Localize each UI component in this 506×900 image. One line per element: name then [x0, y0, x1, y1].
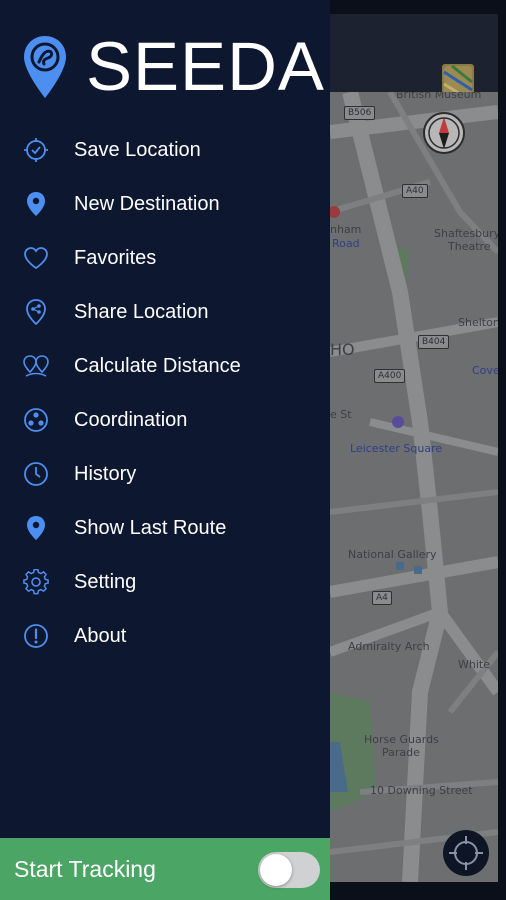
menu-item-history[interactable]: History [0, 447, 330, 501]
crosshair-icon [449, 836, 483, 870]
road-shield: B404 [418, 335, 450, 349]
map-top-bar [330, 14, 498, 96]
tracking-bar: Start Tracking [0, 838, 330, 900]
menu-item-coordination[interactable]: Coordination [0, 393, 330, 447]
map-label: Admiralty Arch [348, 640, 430, 653]
map-label: Theatre [448, 240, 491, 253]
coordination-icon [22, 406, 50, 434]
map-view[interactable]: British Museum nham Road Shaftesbury The… [330, 0, 506, 900]
map-canvas[interactable]: British Museum nham Road Shaftesbury The… [330, 92, 498, 882]
clock-icon [22, 460, 50, 488]
compass-button[interactable] [423, 112, 465, 154]
map-label: Cove [472, 364, 498, 377]
road-shield: A4 [372, 591, 392, 605]
map-label: Horse Guards [364, 733, 439, 746]
map-label: nham [330, 223, 362, 236]
menu-label: Coordination [74, 408, 188, 431]
menu-item-setting[interactable]: Setting [0, 555, 330, 609]
map-label: White [458, 658, 490, 671]
map-label: 10 Downing Street [370, 784, 473, 797]
menu-item-calculate-distance[interactable]: Calculate Distance [0, 339, 330, 393]
menu-label: History [74, 462, 137, 485]
menu-item-save-location[interactable]: Save Location [0, 123, 330, 177]
menu-label: Favorites [74, 246, 157, 269]
tracking-label: Start Tracking [14, 855, 156, 882]
menu-label: Show Last Route [74, 516, 227, 539]
menu-item-show-last-route[interactable]: Show Last Route [0, 501, 330, 555]
navigation-drawer: SEEDA Save Location New Destination Favo… [0, 0, 330, 900]
my-location-button[interactable] [443, 830, 489, 876]
drawer-menu: Save Location New Destination Favorites [0, 123, 330, 663]
brand-header: SEEDA [22, 32, 325, 102]
map-label: Shaftesbury [434, 227, 498, 240]
map-label: e St [330, 408, 352, 421]
location-pin-icon [22, 190, 50, 218]
road-shield: A400 [374, 369, 406, 383]
route-pin-icon [22, 514, 50, 542]
compass-icon [428, 117, 460, 149]
map-label: Leicester Square [350, 442, 443, 455]
gear-icon [22, 568, 50, 596]
seeda-logo-icon [24, 36, 66, 98]
app-title: SEEDA [86, 28, 325, 105]
crosshair-check-icon [22, 136, 50, 164]
road-shield: B506 [344, 106, 376, 120]
menu-label: About [74, 624, 127, 647]
map-label: HO [330, 340, 355, 359]
menu-label: New Destination [74, 192, 220, 215]
tracking-toggle[interactable] [258, 852, 320, 888]
heart-icon [22, 244, 50, 272]
menu-item-favorites[interactable]: Favorites [0, 231, 330, 285]
menu-label: Save Location [74, 138, 201, 161]
map-label: National Gallery [348, 548, 437, 561]
menu-item-about[interactable]: About [0, 609, 330, 663]
map-label: Road [332, 237, 360, 250]
menu-label: Share Location [74, 300, 209, 323]
map-label: British Museum [396, 92, 482, 101]
info-icon [22, 622, 50, 650]
toggle-knob [260, 854, 292, 886]
menu-label: Setting [74, 570, 137, 593]
map-label: Shelton [458, 316, 498, 329]
road-shield: A40 [402, 184, 428, 198]
distance-pins-icon [22, 352, 50, 380]
share-pin-icon [22, 298, 50, 326]
map-label: Parade [382, 746, 420, 759]
menu-label: Calculate Distance [74, 354, 241, 377]
menu-item-new-destination[interactable]: New Destination [0, 177, 330, 231]
menu-item-share-location[interactable]: Share Location [0, 285, 330, 339]
map-edge [498, 0, 506, 900]
